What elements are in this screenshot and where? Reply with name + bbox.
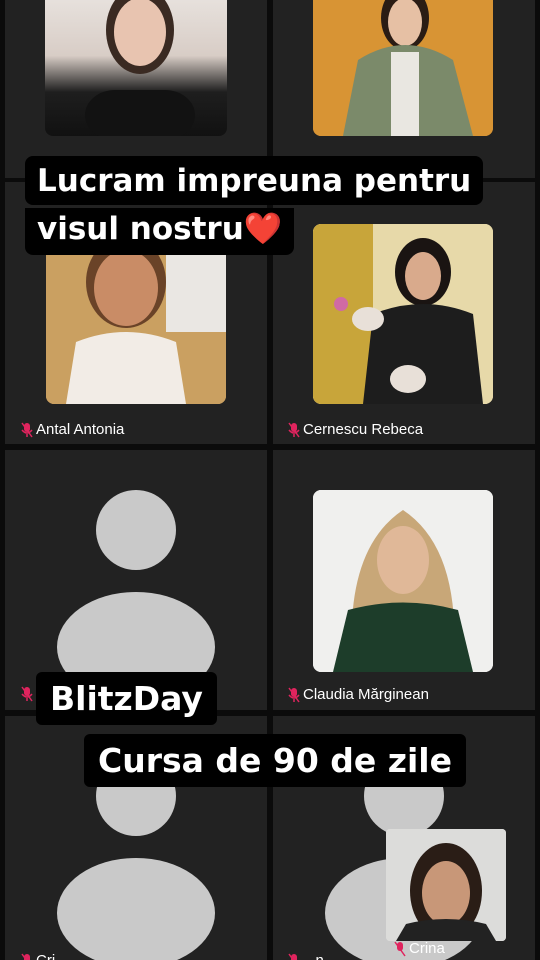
caption-blitzday: BlitzDay bbox=[36, 672, 217, 726]
woman-portrait-icon bbox=[386, 829, 506, 941]
caption-line-1: Lucram impreuna pentru bbox=[37, 163, 472, 199]
participant-name-label: Cri... bbox=[36, 952, 68, 960]
participant-name-5 bbox=[21, 686, 33, 702]
caption-blitzday-text: BlitzDay bbox=[50, 679, 203, 718]
participant-tile-1[interactable] bbox=[5, 0, 267, 178]
caption-motivation: Lucram impreuna pentru bbox=[25, 156, 484, 205]
caption-course-text: Cursa de 90 de zile bbox=[98, 741, 452, 780]
participant-tile-5[interactable] bbox=[5, 450, 267, 710]
caption-line-2: visul nostru bbox=[37, 211, 244, 247]
participant-name-6: Claudia Mărginean bbox=[288, 686, 429, 703]
mic-muted-icon bbox=[288, 422, 300, 437]
self-view-name: Crina bbox=[394, 940, 445, 957]
participant-tile-4[interactable]: Cernescu Rebeca bbox=[273, 182, 535, 444]
mic-muted-icon bbox=[288, 953, 297, 960]
woman-portrait-icon bbox=[313, 490, 493, 672]
mic-muted-icon bbox=[21, 422, 33, 437]
participant-photo-6 bbox=[313, 490, 493, 672]
avatar-placeholder-head bbox=[96, 490, 176, 570]
avatar-placeholder-body bbox=[57, 858, 215, 960]
participant-photo-1 bbox=[45, 0, 227, 136]
participant-name-7: Cri... bbox=[21, 952, 68, 960]
participant-name-label: ...n bbox=[303, 952, 324, 960]
mic-muted-icon bbox=[21, 953, 30, 960]
mic-muted-icon bbox=[394, 941, 406, 956]
participant-name-8: ...n bbox=[288, 952, 324, 960]
self-view-video[interactable] bbox=[386, 829, 506, 941]
participant-tile-6[interactable]: Claudia Mărginean bbox=[273, 450, 535, 710]
woman-portrait-icon bbox=[85, 0, 195, 136]
participant-name-3: Antal Antonia bbox=[21, 421, 124, 438]
caption-course: Cursa de 90 de zile bbox=[84, 734, 466, 788]
participant-name-label: Cernescu Rebeca bbox=[303, 421, 424, 438]
participant-name-4: Cernescu Rebeca bbox=[288, 421, 423, 438]
participant-photo-4 bbox=[313, 224, 493, 404]
self-view-label: Crina bbox=[409, 940, 445, 957]
participant-name-label: Antal Antonia bbox=[36, 421, 125, 438]
caption-motivation-2: visul nostru❤️ bbox=[25, 208, 295, 255]
participant-photo-2 bbox=[313, 0, 493, 136]
woman-portrait-icon bbox=[313, 224, 493, 404]
heart-icon: ❤️ bbox=[243, 211, 283, 247]
participant-name-label: Claudia Mărginean bbox=[303, 686, 429, 703]
mic-muted-icon bbox=[288, 687, 300, 702]
woman-portrait-icon bbox=[313, 0, 493, 136]
mic-muted-icon bbox=[21, 686, 33, 702]
participant-tile-2[interactable] bbox=[273, 0, 535, 178]
